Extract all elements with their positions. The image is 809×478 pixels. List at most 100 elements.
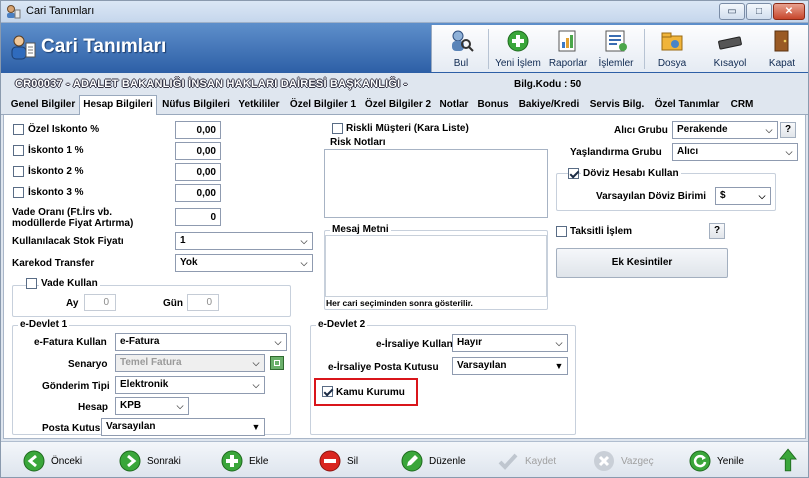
posta-kutusu-value: Varsayılan: [106, 421, 156, 432]
chevron-down-icon: ▼: [251, 422, 261, 432]
doviz-birimi-value: $: [720, 190, 726, 201]
tab-crm[interactable]: CRM: [728, 97, 756, 115]
senaryo-select[interactable]: Temel Fatura ⌵: [115, 354, 265, 372]
tab-hesap-bilgileri[interactable]: Hesap Bilgileri: [79, 95, 157, 116]
gonderim-tipi-select[interactable]: Elektronik ⌵: [115, 376, 265, 394]
duzenle-button[interactable]: Düzenle: [401, 450, 471, 472]
hesap-bilgileri-panel: Özel Iskonto % 0,00 İskonto 1 % 0,00 İsk…: [3, 115, 806, 439]
toolbar-separator: [644, 29, 645, 69]
tab-notlar[interactable]: Notlar: [436, 97, 472, 115]
toolbar-reports-button[interactable]: Raporlar: [546, 25, 590, 72]
arrow-up-icon[interactable]: [779, 447, 797, 473]
kaydet-button[interactable]: Kaydet: [497, 450, 567, 472]
iskonto-2-input[interactable]: 0,00: [175, 163, 221, 181]
alici-grubu-select[interactable]: Perakende ⌵: [672, 121, 778, 139]
tab-nufus-bilgileri[interactable]: Nüfus Bilgileri: [159, 97, 233, 115]
tab-bonus[interactable]: Bonus: [474, 97, 512, 115]
tab-bakiye-kredi[interactable]: Bakiye/Kredi: [513, 97, 585, 115]
yenile-button[interactable]: Yenile: [689, 450, 749, 472]
hesap-select[interactable]: KPB ⌵: [115, 397, 189, 415]
ay-input[interactable]: 0: [84, 294, 116, 311]
ozel-iskonto-input[interactable]: 0,00: [175, 121, 221, 139]
iskonto-3-input[interactable]: 0,00: [175, 184, 221, 202]
toolbar-new-button[interactable]: Yeni İşlem: [492, 25, 544, 72]
sil-label: Sil: [347, 456, 359, 467]
tab-genel-bilgiler[interactable]: Genel Bilgiler: [7, 97, 79, 115]
vade-kullan-label: Vade Kullan: [39, 278, 100, 289]
add-green-icon: [507, 30, 529, 52]
vade-orani-label: Vade Oranı (Ft.İrs vb. modüllerde Fiyat …: [12, 207, 134, 229]
duzenle-label: Düzenle: [429, 456, 466, 467]
iskonto-2-label: İskonto 2 %: [28, 166, 84, 177]
karekod-label: Karekod Transfer: [12, 258, 95, 269]
ek-kesintiler-button[interactable]: Ek Kesintiler: [556, 248, 728, 278]
efatura-label: e-Fatura Kullan: [34, 337, 107, 348]
toolbar-shortcut-button[interactable]: Kısayol: [706, 25, 754, 72]
alici-grubu-help-button[interactable]: ?: [780, 122, 796, 138]
eirsaliye-select[interactable]: Hayır ⌵: [452, 334, 568, 352]
kamu-kurumu-label: Kamu Kurumu: [336, 387, 405, 398]
doviz-birimi-select[interactable]: $ ⌵: [715, 187, 771, 205]
iskonto-3-checkbox[interactable]: [13, 187, 24, 198]
minimize-icon: ▭: [727, 6, 737, 17]
edevlet-1-title: e-Devlet 1: [18, 319, 70, 330]
posta-kutusu-select[interactable]: Varsayılan ▼: [101, 418, 265, 436]
posta-kutusu-label: Posta Kutusu: [42, 423, 107, 434]
folder-icon: [661, 32, 683, 51]
toolbar-operations-button[interactable]: İşlemler: [594, 25, 638, 72]
mesaj-metni-textarea[interactable]: [325, 235, 547, 297]
vazgec-button[interactable]: Vazgeç: [593, 450, 663, 472]
karekod-select[interactable]: Yok ⌵: [175, 254, 313, 272]
taksitli-help-button[interactable]: ?: [709, 223, 725, 239]
maximize-button[interactable]: □: [746, 3, 772, 20]
toolbar-file-button[interactable]: Dosya: [650, 25, 694, 72]
tab-label: Bonus: [477, 99, 509, 110]
tab-ozel-tanimlar[interactable]: Özel Tanımlar: [649, 97, 725, 115]
gonderim-tipi-value: Elektronik: [120, 379, 169, 390]
vade-orani-input[interactable]: 0: [175, 208, 221, 226]
kamu-kurumu-checkbox[interactable]: [322, 386, 333, 397]
tab-label: Nüfus Bilgileri: [162, 99, 230, 110]
doviz-hesabi-checkbox[interactable]: [568, 168, 579, 179]
sonraki-button[interactable]: Sonraki: [119, 450, 189, 472]
eirs-posta-select[interactable]: Varsayılan ▼: [452, 357, 568, 375]
tab-servis-bilg[interactable]: Servis Bilg.: [587, 97, 647, 115]
doviz-hesabi-label: Döviz Hesabı Kullan: [581, 168, 681, 179]
mesaj-note: Her cari seçiminden sonra gösterilir.: [326, 298, 473, 308]
sonraki-label: Sonraki: [147, 456, 181, 467]
efatura-select[interactable]: e-Fatura ⌵: [115, 333, 287, 351]
footer-bar: Önceki Sonraki Ekle Sil Düzenle Kaydet V…: [1, 441, 808, 477]
tab-yetkililer[interactable]: Yetkililer: [234, 97, 284, 115]
riskli-musteri-checkbox[interactable]: [332, 123, 343, 134]
record-code: CR00037 - ADALET BAKANLIĞI İNSAN HAKLARI…: [15, 78, 408, 90]
sil-button[interactable]: Sil: [319, 450, 369, 472]
stok-fiyati-select[interactable]: 1 ⌵: [175, 232, 313, 250]
cancel-icon: [594, 451, 614, 471]
chevron-down-icon: ⌵: [252, 358, 260, 368]
ozel-iskonto-checkbox[interactable]: [13, 124, 24, 135]
onceki-button[interactable]: Önceki: [23, 450, 93, 472]
taksitli-islem-label: Taksitli İşlem: [570, 226, 633, 237]
tab-ozel-bilgiler-2[interactable]: Özel Bilgiler 2: [361, 97, 435, 115]
iskonto-1-input[interactable]: 0,00: [175, 142, 221, 160]
mesaj-metni-label: Mesaj Metni: [330, 224, 391, 235]
vade-kullan-checkbox[interactable]: [26, 278, 37, 289]
risk-notlari-textarea[interactable]: [324, 149, 548, 218]
iskonto-2-checkbox[interactable]: [13, 166, 24, 177]
chevron-down-icon: ⌵: [274, 337, 282, 347]
taksitli-islem-checkbox[interactable]: [556, 226, 567, 237]
senaryo-grid-icon[interactable]: [270, 356, 284, 370]
tab-ozel-bilgiler-1[interactable]: Özel Bilgiler 1: [286, 97, 360, 115]
toolbar-find-button[interactable]: Bul: [440, 25, 482, 72]
iskonto-1-checkbox[interactable]: [13, 145, 24, 156]
toolbar: Bul Yeni İşlem Raporlar İşlemler Dosya K…: [431, 25, 808, 72]
minimize-button[interactable]: ▭: [719, 3, 745, 20]
tab-label: Hesap Bilgileri: [83, 99, 153, 110]
ekle-button[interactable]: Ekle: [221, 450, 281, 472]
arrow-right-icon: [119, 450, 141, 472]
yaslandirma-select[interactable]: Alıcı ⌵: [672, 143, 798, 161]
toolbar-close-button[interactable]: Kapat: [762, 25, 802, 72]
onceki-label: Önceki: [51, 456, 83, 467]
gun-input[interactable]: 0: [187, 294, 219, 311]
close-button[interactable]: ✕: [773, 3, 805, 20]
